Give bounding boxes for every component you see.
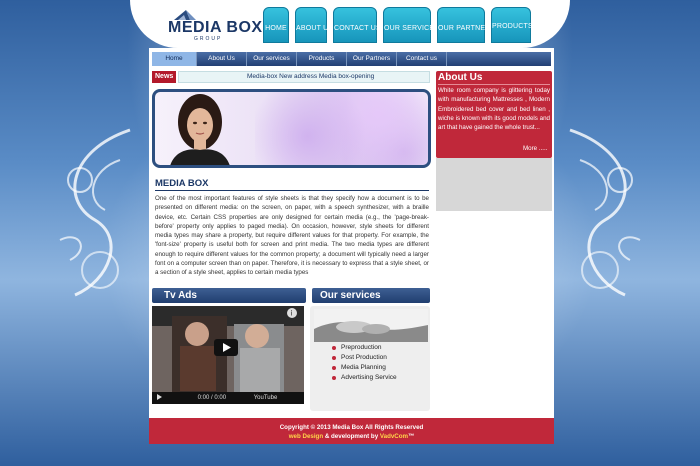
tv-ads-header: Tv Ads — [152, 288, 306, 303]
subnav-contact-us[interactable]: Contact us — [397, 52, 447, 66]
footer-web-design-link[interactable]: web Design — [289, 433, 323, 440]
news-bar: News Media-box New address Media box-ope… — [152, 71, 430, 83]
tab-about-us[interactable]: ABOUT US — [295, 7, 333, 43]
about-us-title: About Us — [438, 72, 483, 83]
video-player[interactable]: i — [152, 306, 304, 404]
services-list: Preproduction Post Production Media Plan… — [332, 343, 397, 383]
bullet-icon — [332, 366, 336, 370]
youtube-logo[interactable]: YouTube — [254, 395, 278, 401]
video-time: 0:00 / 0:00 — [197, 395, 227, 401]
service-item[interactable]: Preproduction — [332, 343, 397, 353]
tab-contact-us[interactable]: CONTACT US — [333, 7, 381, 43]
footer-development-text: & development by — [323, 433, 380, 440]
news-label: News — [152, 71, 176, 83]
play-icon[interactable] — [157, 394, 162, 401]
service-item[interactable]: Post Production — [332, 353, 397, 363]
subnav-our-services[interactable]: Our services — [247, 52, 297, 66]
tab-our-services[interactable]: OUR SERVICES — [383, 7, 439, 43]
sub-navigation: Home About Us Our services Products Our … — [152, 52, 551, 66]
decorative-swirl-left-icon — [59, 128, 131, 297]
top-navigation: HOME ABOUT US CONTACT US OUR SERVICES OU… — [263, 7, 533, 43]
footer-copyright: Copyright © 2013 Media Box All Rights Re… — [279, 424, 424, 431]
about-us-more-link[interactable]: More ..... — [523, 145, 547, 152]
footer: Copyright © 2013 Media Box All Rights Re… — [149, 418, 554, 444]
bullet-icon — [332, 376, 336, 380]
tab-products[interactable]: PRODUCTS — [491, 7, 533, 43]
service-item[interactable]: Advertising Service — [332, 373, 397, 383]
footer-company-link[interactable]: VadvCom — [380, 433, 408, 440]
handshake-image-icon — [314, 309, 428, 342]
woman-portrait-icon — [170, 94, 230, 165]
subnav-about-us[interactable]: About Us — [197, 52, 247, 66]
brand-name[interactable]: MEDIA BOX — [168, 19, 263, 37]
bullet-icon — [332, 346, 336, 350]
article-title: MEDIA BOX — [155, 178, 429, 191]
subnav-our-partners[interactable]: Our Partners — [347, 52, 397, 66]
video-controls: 0:00 / 0:00 YouTube — [152, 392, 304, 404]
footer-trademark: ™ — [408, 433, 415, 440]
footer-credits: web Design & development by VadvCom™ — [149, 431, 554, 440]
service-item[interactable]: Media Planning — [332, 363, 397, 373]
our-services-header: Our services — [312, 288, 430, 303]
news-ticker[interactable]: Media-box New address Media box-opening — [178, 71, 430, 83]
about-us-divider — [438, 84, 550, 85]
banner-burst-decoration — [255, 92, 428, 165]
bullet-icon — [332, 356, 336, 360]
article-body: One of the most important features of st… — [155, 195, 429, 277]
tab-home[interactable]: HOME — [263, 7, 289, 43]
about-us-text: White room company is glittering today w… — [438, 87, 550, 132]
hero-banner — [152, 89, 431, 168]
subnav-home[interactable]: Home — [152, 52, 197, 66]
subnav-products[interactable]: Products — [297, 52, 347, 66]
tab-our-partners[interactable]: OUR PARTNERS — [437, 7, 495, 43]
brand-tagline: GROUP — [194, 36, 223, 42]
svg-text:i: i — [291, 310, 293, 318]
decorative-swirl-right-icon — [569, 128, 641, 297]
about-us-placeholder — [436, 158, 552, 211]
